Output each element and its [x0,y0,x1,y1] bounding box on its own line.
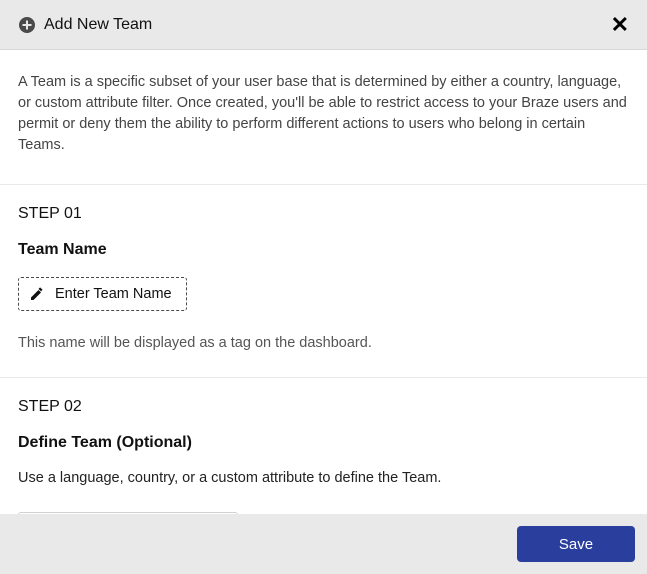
save-button[interactable]: Save [517,526,635,562]
modal-footer: Save [0,514,647,574]
step-1-label: STEP 01 [18,205,629,223]
modal-title: Add New Team [44,16,152,34]
close-icon[interactable]: ✕ [611,14,629,36]
team-name-placeholder: Enter Team Name [55,286,172,302]
plus-circle-icon [18,16,36,34]
header-left: Add New Team [18,16,152,34]
step-1: STEP 01 Team Name Enter Team Name This n… [0,185,647,378]
step-1-hint: This name will be displayed as a tag on … [18,335,629,351]
team-name-input[interactable]: Enter Team Name [18,277,187,311]
modal-header: Add New Team ✕ [0,0,647,50]
step-2-label: STEP 02 [18,398,629,416]
intro-text: A Team is a specific subset of your user… [0,50,647,185]
step-2-heading: Define Team (Optional) [18,434,629,452]
pencil-icon [29,286,45,302]
step-2-desc: Use a language, country, or a custom att… [18,470,629,486]
step-1-heading: Team Name [18,241,629,259]
